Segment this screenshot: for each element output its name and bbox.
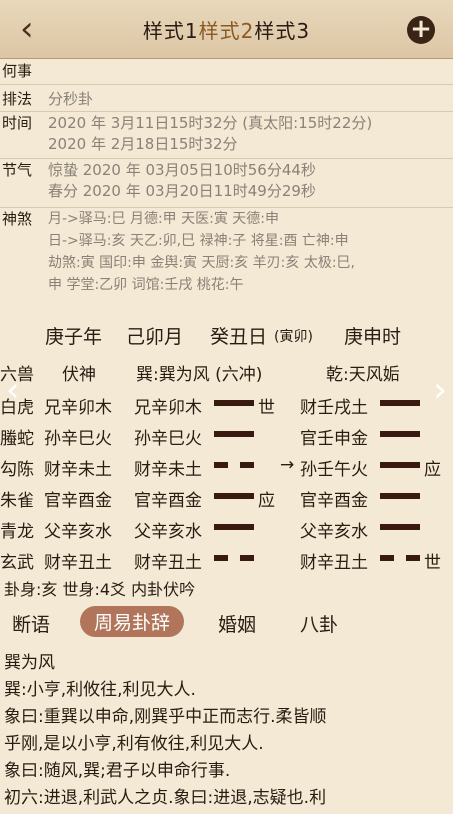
yao-ben: 孙辛巳火	[134, 429, 202, 449]
content-tabs: 断语 周易卦辞 婚姻 八卦	[0, 602, 453, 642]
head-main: 巽:巽为风 (六冲)	[136, 365, 263, 385]
shijian-1: 2020 年 3月11日15时32分 (真太阳:15时22分)	[48, 114, 373, 132]
hexagram-summary: 卦身:亥 世身:4爻 内卦伏吟	[4, 580, 196, 599]
paifa-value: 分秒卦	[48, 89, 94, 108]
jieqi-2: 春分 2020 年 03月20日11时49分29秒	[48, 182, 316, 200]
yao-fushen: 财辛未土	[44, 460, 112, 480]
next-arrow-icon[interactable]: ›	[433, 370, 447, 410]
yao-row: 青龙 父辛亥水 父辛亥水 父辛亥水	[0, 517, 453, 542]
gua-text-line: 象曰:随风,巽;君子以申命行事.	[4, 761, 231, 781]
paifa-label: 排法	[2, 89, 33, 108]
yao-bian: 官辛酉金	[300, 491, 368, 511]
yao-bmark: 世	[424, 553, 441, 573]
row-shijian: 时间 2020 年 3月11日15时32分 (真太阳:15时22分) 2020 年…	[0, 112, 453, 159]
yang-line	[214, 493, 254, 499]
yang-line	[380, 493, 420, 499]
gua-text-line: 乎刚,是以小亨,利有攸往,利见大人.	[4, 734, 264, 754]
moving-arrow-icon: →	[280, 455, 295, 475]
tab-style-2[interactable]: 样式2	[199, 19, 255, 43]
tab-hunyin[interactable]: 婚姻	[218, 610, 256, 637]
shijian-2: 2020 年 2月18日15时32分	[48, 135, 238, 153]
yao-ben: 官辛酉金	[134, 491, 202, 511]
yao-bian: 财辛丑土	[300, 553, 368, 573]
row-shensha: 神煞 月->驿马:巳 月德:甲 天医:寅 天德:申 日->驿马:亥 天乙:卯,巳…	[0, 208, 453, 300]
yin-line	[214, 462, 254, 468]
info-panel: 何事 排法 分秒卦 时间 2020 年 3月11日15时32分 (真太阳:15时…	[0, 60, 453, 300]
gua-text-line: 巽为风	[4, 653, 55, 673]
ganzhi-day: 癸丑日	[210, 326, 268, 348]
yao-bian: 父辛亥水	[300, 522, 368, 542]
hexagram-head: 六兽 伏神 巽:巽为风 (六冲) 乾:天风姤	[0, 360, 453, 385]
shensha-2: 日->驿马:亥 天乙:卯,巳 禄神:子 将星:酉 亡神:申	[48, 233, 349, 249]
yao-fushen: 财辛丑土	[44, 553, 112, 573]
yao-shou: 螣蛇	[0, 429, 34, 449]
tab-duanyu[interactable]: 断语	[12, 610, 50, 637]
yao-fushen: 孙辛巳火	[44, 429, 112, 449]
tab-zhouyi[interactable]: 周易卦辞	[80, 606, 185, 637]
yao-ben: 父辛亥水	[134, 522, 202, 542]
yin-line	[214, 555, 254, 561]
ganzhi-year: 庚子年	[45, 326, 103, 348]
shensha-label: 神煞	[2, 210, 33, 228]
gua-text-line: 巽:小亨,利攸往,利见大人.	[4, 680, 196, 700]
gua-text: 巽为风 巽:小亨,利攸往,利见大人. 象曰:重巽以申命,刚巽乎中正而志行.柔皆顺…	[4, 650, 449, 812]
head-fushen: 伏神	[62, 365, 96, 385]
yao-ben: 财辛未土	[134, 460, 202, 480]
shijian-label: 时间	[2, 114, 33, 132]
yao-bian: 孙壬午火	[300, 460, 368, 480]
style-tabs: 样式1样式2样式3	[0, 15, 453, 44]
shensha-4: 申 学堂:乙卯 词馆:壬戌 桃花:午	[48, 277, 244, 293]
yao-row: 朱雀 官辛酉金 官辛酉金 应 官辛酉金	[0, 486, 453, 511]
tab-style-3[interactable]: 样式3	[254, 19, 310, 43]
head-changed: 乾:天风姤	[326, 365, 400, 385]
ganzhi-month: 己卯月	[126, 326, 184, 348]
yang-line	[214, 524, 254, 530]
yao-row: 勾陈 财辛未土 财辛未土 → 孙壬午火 应	[0, 455, 453, 480]
yao-bian: 财壬戌土	[300, 398, 368, 418]
row-paifa: 排法 分秒卦	[0, 85, 453, 112]
yao-fushen: 官辛酉金	[44, 491, 112, 511]
shensha-3: 劫煞:寅 国印:申 金舆:寅 天厨:亥 羊刃:亥 太极:巳,	[48, 255, 356, 271]
ganzhi-hour: 庚申时	[344, 326, 402, 348]
header: ‹ 样式1样式2样式3 +	[0, 0, 453, 59]
yang-line	[380, 524, 420, 530]
prev-arrow-icon[interactable]: ‹	[6, 370, 20, 410]
row-heshi: 何事	[0, 60, 453, 85]
yao-row: 螣蛇 孙辛巳火 孙辛巳火 官壬申金	[0, 424, 453, 449]
shensha-1: 月->驿马:巳 月德:甲 天医:寅 天德:申	[48, 211, 279, 227]
jieqi-label: 节气	[2, 161, 33, 179]
yao-row: 白虎 兄辛卯木 兄辛卯木 世 财壬戌土	[0, 393, 453, 418]
yao-fushen: 父辛亥水	[44, 522, 112, 542]
yang-line	[380, 462, 420, 468]
yao-shou: 青龙	[0, 522, 34, 542]
tab-style-1[interactable]: 样式1	[143, 19, 199, 43]
yao-bmark: 应	[424, 460, 441, 480]
ganzhi-day-note: (寅卯)	[274, 329, 313, 345]
gua-text-line: 初六:进退,利武人之贞.象曰:进退,志疑也.利	[4, 788, 327, 808]
heshi-label: 何事	[2, 62, 33, 80]
jieqi-1: 惊蛰 2020 年 03月05日10时56分44秒	[48, 161, 316, 179]
yao-ben: 兄辛卯木	[134, 398, 202, 418]
yao-shou: 勾陈	[0, 460, 34, 480]
yang-line	[380, 400, 420, 406]
tab-bagua[interactable]: 八卦	[300, 610, 338, 637]
yao-bian: 官壬申金	[300, 429, 368, 449]
yin-line	[380, 555, 420, 561]
yao-shou: 玄武	[0, 553, 34, 573]
yang-line	[214, 400, 254, 406]
yao-row: 玄武 财辛丑土 财辛丑土 财辛丑土 世	[0, 548, 453, 573]
add-icon[interactable]: +	[407, 16, 435, 44]
yao-shou: 朱雀	[0, 491, 34, 511]
row-jieqi: 节气 惊蛰 2020 年 03月05日10时56分44秒 春分 2020 年 03…	[0, 159, 453, 208]
yao-mark: 世	[258, 398, 275, 418]
yao-fushen: 兄辛卯木	[44, 398, 112, 418]
yao-mark: 应	[258, 491, 275, 511]
yao-ben: 财辛丑土	[134, 553, 202, 573]
yang-line	[214, 431, 254, 437]
yang-line	[380, 431, 420, 437]
gua-text-line: 象曰:重巽以申命,刚巽乎中正而志行.柔皆顺	[4, 707, 327, 727]
